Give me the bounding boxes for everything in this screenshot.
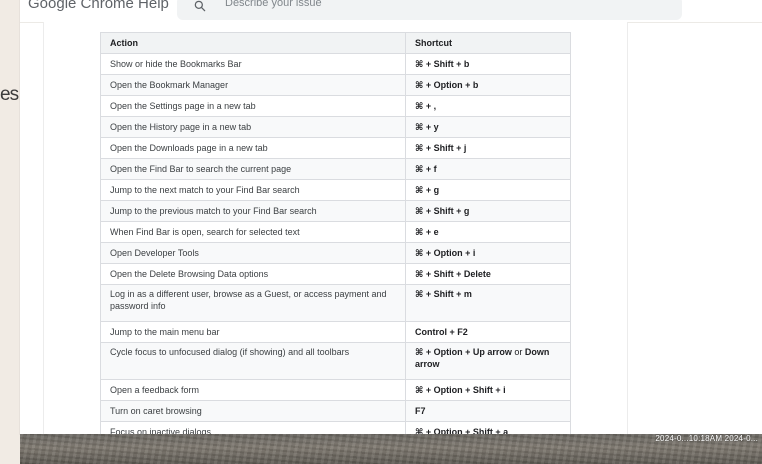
table-row: When Find Bar is open, search for select… bbox=[100, 221, 571, 243]
shortcut-cell: ⌘ + Shift + b bbox=[405, 53, 571, 75]
help-page: Google Chrome Help Describe your issue A… bbox=[20, 0, 762, 443]
action-cell: Turn on caret browsing bbox=[100, 400, 406, 422]
table-row: Jump to the previous match to your Find … bbox=[100, 200, 571, 222]
table-row: Cycle focus to unfocused dialog (if show… bbox=[100, 342, 571, 380]
action-cell: Jump to the main menu bar bbox=[100, 321, 406, 343]
table-row: Jump to the next match to your Find Bar … bbox=[100, 179, 571, 201]
table-row: Open the Find Bar to search the current … bbox=[100, 158, 571, 180]
table-row: Show or hide the Bookmarks Bar ⌘ + Shift… bbox=[100, 53, 571, 75]
search-input[interactable]: Describe your issue bbox=[225, 0, 322, 9]
timestamp-overlay: 2024-0...10:18AM 2024-0... bbox=[655, 434, 758, 443]
action-cell: Open Developer Tools bbox=[100, 242, 406, 264]
table-row: Jump to the main menu bar Control + F2 bbox=[100, 321, 571, 343]
action-cell: Open the Find Bar to search the current … bbox=[100, 158, 406, 180]
shortcut-cell: ⌘ + Shift + m bbox=[405, 284, 571, 322]
table-row: Open Developer Tools ⌘ + Option + i bbox=[100, 242, 571, 264]
search-icon bbox=[194, 0, 206, 12]
column-header-shortcut: Shortcut bbox=[405, 32, 571, 54]
shortcut-cell: ⌘ + y bbox=[405, 116, 571, 138]
action-cell: Show or hide the Bookmarks Bar bbox=[100, 53, 406, 75]
action-cell: Open a feedback form bbox=[100, 379, 406, 401]
shortcuts-table: Action Shortcut Show or hide the Bookmar… bbox=[100, 32, 571, 443]
table-row: Turn on caret browsing F7 bbox=[100, 400, 571, 422]
shortcut-cell: ⌘ + Option + i bbox=[405, 242, 571, 264]
shortcut-cell: ⌘ + g bbox=[405, 179, 571, 201]
table-row: Open the Settings page in a new tab ⌘ + … bbox=[100, 95, 571, 117]
stone-texture bbox=[20, 434, 762, 464]
action-cell: Open the Settings page in a new tab bbox=[100, 95, 406, 117]
help-header: Google Chrome Help Describe your issue bbox=[20, 0, 762, 23]
action-cell: Jump to the next match to your Find Bar … bbox=[100, 179, 406, 201]
shortcut-cell: ⌘ + Shift + j bbox=[405, 137, 571, 159]
table-row: Open the Delete Browsing Data options ⌘ … bbox=[100, 263, 571, 285]
background-photo-strip bbox=[20, 434, 762, 464]
shortcut-cell: ⌘ + Shift + Delete bbox=[405, 263, 571, 285]
column-header-action: Action bbox=[100, 32, 406, 54]
action-cell: When Find Bar is open, search for select… bbox=[100, 221, 406, 243]
table-row: Open the Bookmark Manager ⌘ + Option + b bbox=[100, 74, 571, 96]
action-cell: Jump to the previous match to your Find … bbox=[100, 200, 406, 222]
action-cell: Cycle focus to unfocused dialog (if show… bbox=[100, 342, 406, 380]
table-row: Open the Downloads page in a new tab ⌘ +… bbox=[100, 137, 571, 159]
shortcut-cell: Control + F2 bbox=[405, 321, 571, 343]
action-cell: Log in as a different user, browse as a … bbox=[100, 284, 406, 322]
shortcut-cell: ⌘ + Shift + g bbox=[405, 200, 571, 222]
screen: es Google Chrome Help Describe your issu… bbox=[0, 0, 762, 464]
shortcut-cell: ⌘ + , bbox=[405, 95, 571, 117]
help-center-title[interactable]: Google Chrome Help bbox=[28, 0, 169, 12]
table-row: Open the History page in a new tab ⌘ + y bbox=[100, 116, 571, 138]
action-cell: Open the Delete Browsing Data options bbox=[100, 263, 406, 285]
article-content: Action Shortcut Show or hide the Bookmar… bbox=[43, 22, 628, 443]
action-cell: Open the History page in a new tab bbox=[100, 116, 406, 138]
shortcut-cell: ⌘ + f bbox=[405, 158, 571, 180]
shortcut-cell: F7 bbox=[405, 400, 571, 422]
shortcut-separator: or bbox=[511, 347, 525, 357]
shortcut-keys-primary: ⌘ + Option + Up arrow bbox=[415, 347, 512, 357]
shortcut-cell: ⌘ + e bbox=[405, 221, 571, 243]
table-row: Open a feedback form ⌘ + Option + Shift … bbox=[100, 379, 571, 401]
search-box[interactable]: Describe your issue bbox=[177, 0, 682, 20]
shortcut-cell: ⌘ + Option + Shift + i bbox=[405, 379, 571, 401]
table-header-row: Action Shortcut bbox=[100, 32, 571, 54]
table-row: Log in as a different user, browse as a … bbox=[100, 284, 571, 322]
action-cell: Open the Downloads page in a new tab bbox=[100, 137, 406, 159]
action-cell: Open the Bookmark Manager bbox=[100, 74, 406, 96]
shortcut-cell: ⌘ + Option + Up arrow or Down arrow bbox=[405, 342, 571, 380]
shortcut-cell: ⌘ + Option + b bbox=[405, 74, 571, 96]
